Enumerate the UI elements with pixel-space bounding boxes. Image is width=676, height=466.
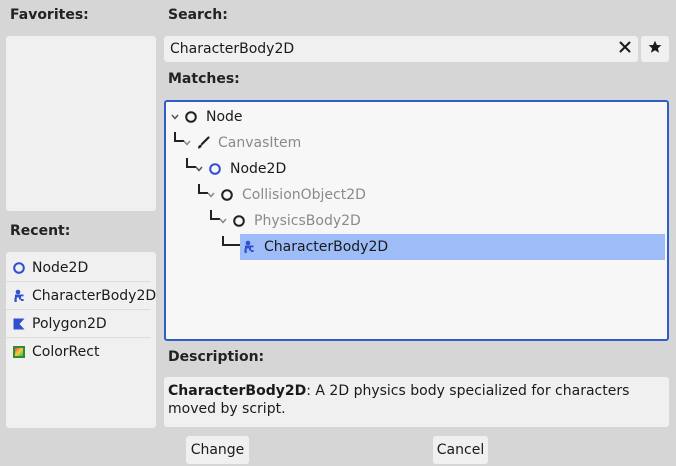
tree-guide (222, 236, 240, 246)
clear-search-button[interactable] (612, 36, 638, 62)
node-icon (184, 110, 198, 124)
chevron-down-icon[interactable] (182, 138, 192, 148)
tree-row-label: CanvasItem (218, 135, 302, 151)
recent-item-label: Polygon2D (32, 315, 107, 332)
favorite-button[interactable] (641, 36, 669, 62)
characterbody2d-icon (242, 240, 256, 254)
star-icon (648, 40, 662, 58)
tree-row-node[interactable]: Node (170, 104, 243, 130)
chevron-down-icon[interactable] (194, 164, 204, 174)
tree-row-node2d[interactable]: Node2D (194, 156, 286, 182)
matches-label: Matches: (168, 71, 240, 87)
recent-list[interactable]: Node2D CharacterBody2D Polygon2D ColorRe… (6, 252, 156, 428)
characterbody2d-icon (12, 289, 26, 303)
chevron-down-icon[interactable] (170, 112, 180, 122)
matches-tree[interactable]: Node CanvasItem Node2D CollisionObject2D (164, 100, 669, 341)
recent-item-colorrect[interactable]: ColorRect (6, 338, 150, 366)
tree-row-label: Node2D (230, 161, 287, 177)
node2d-icon (208, 162, 222, 176)
recent-item-node2d[interactable]: Node2D (6, 254, 150, 282)
recent-item-label: CharacterBody2D (32, 287, 157, 304)
recent-item-polygon2d[interactable]: Polygon2D (6, 310, 150, 338)
collisionobject2d-icon (220, 188, 234, 202)
favorites-label: Favorites: (10, 7, 89, 23)
change-button[interactable]: Change (186, 436, 249, 464)
chevron-down-icon[interactable] (206, 190, 216, 200)
tree-row-canvasitem[interactable]: CanvasItem (182, 130, 301, 156)
search-field[interactable] (164, 36, 638, 62)
tree-row-label: Node (206, 109, 243, 125)
search-label: Search: (168, 7, 228, 23)
polygon2d-icon (12, 317, 26, 331)
colorrect-icon (12, 345, 26, 359)
tree-row-label: CharacterBody2D (264, 239, 389, 255)
description-class-name: CharacterBody2D (168, 383, 307, 399)
recent-item-label: ColorRect (32, 344, 100, 360)
tree-row-collisionobject2d[interactable]: CollisionObject2D (206, 182, 366, 208)
recent-item-label: Node2D (32, 259, 89, 276)
recent-label: Recent: (10, 223, 71, 239)
search-input[interactable] (164, 36, 612, 62)
recent-item-characterbody2d[interactable]: CharacterBody2D (6, 282, 156, 310)
chevron-down-icon[interactable] (218, 216, 228, 226)
description-label: Description: (168, 349, 265, 365)
physicsbody2d-icon (232, 214, 246, 228)
close-icon (619, 41, 631, 57)
description-panel: CharacterBody2D: A 2D physics body speci… (164, 377, 669, 427)
cancel-button[interactable]: Cancel (433, 436, 488, 464)
tree-row-physicsbody2d[interactable]: PhysicsBody2D (218, 208, 361, 234)
favorites-list[interactable] (6, 36, 156, 211)
tree-row-label: CollisionObject2D (242, 187, 366, 203)
canvasitem-icon (196, 136, 210, 150)
tree-row-characterbody2d[interactable]: CharacterBody2D (240, 234, 665, 260)
tree-row-label: PhysicsBody2D (254, 213, 361, 229)
node2d-icon (12, 261, 26, 275)
